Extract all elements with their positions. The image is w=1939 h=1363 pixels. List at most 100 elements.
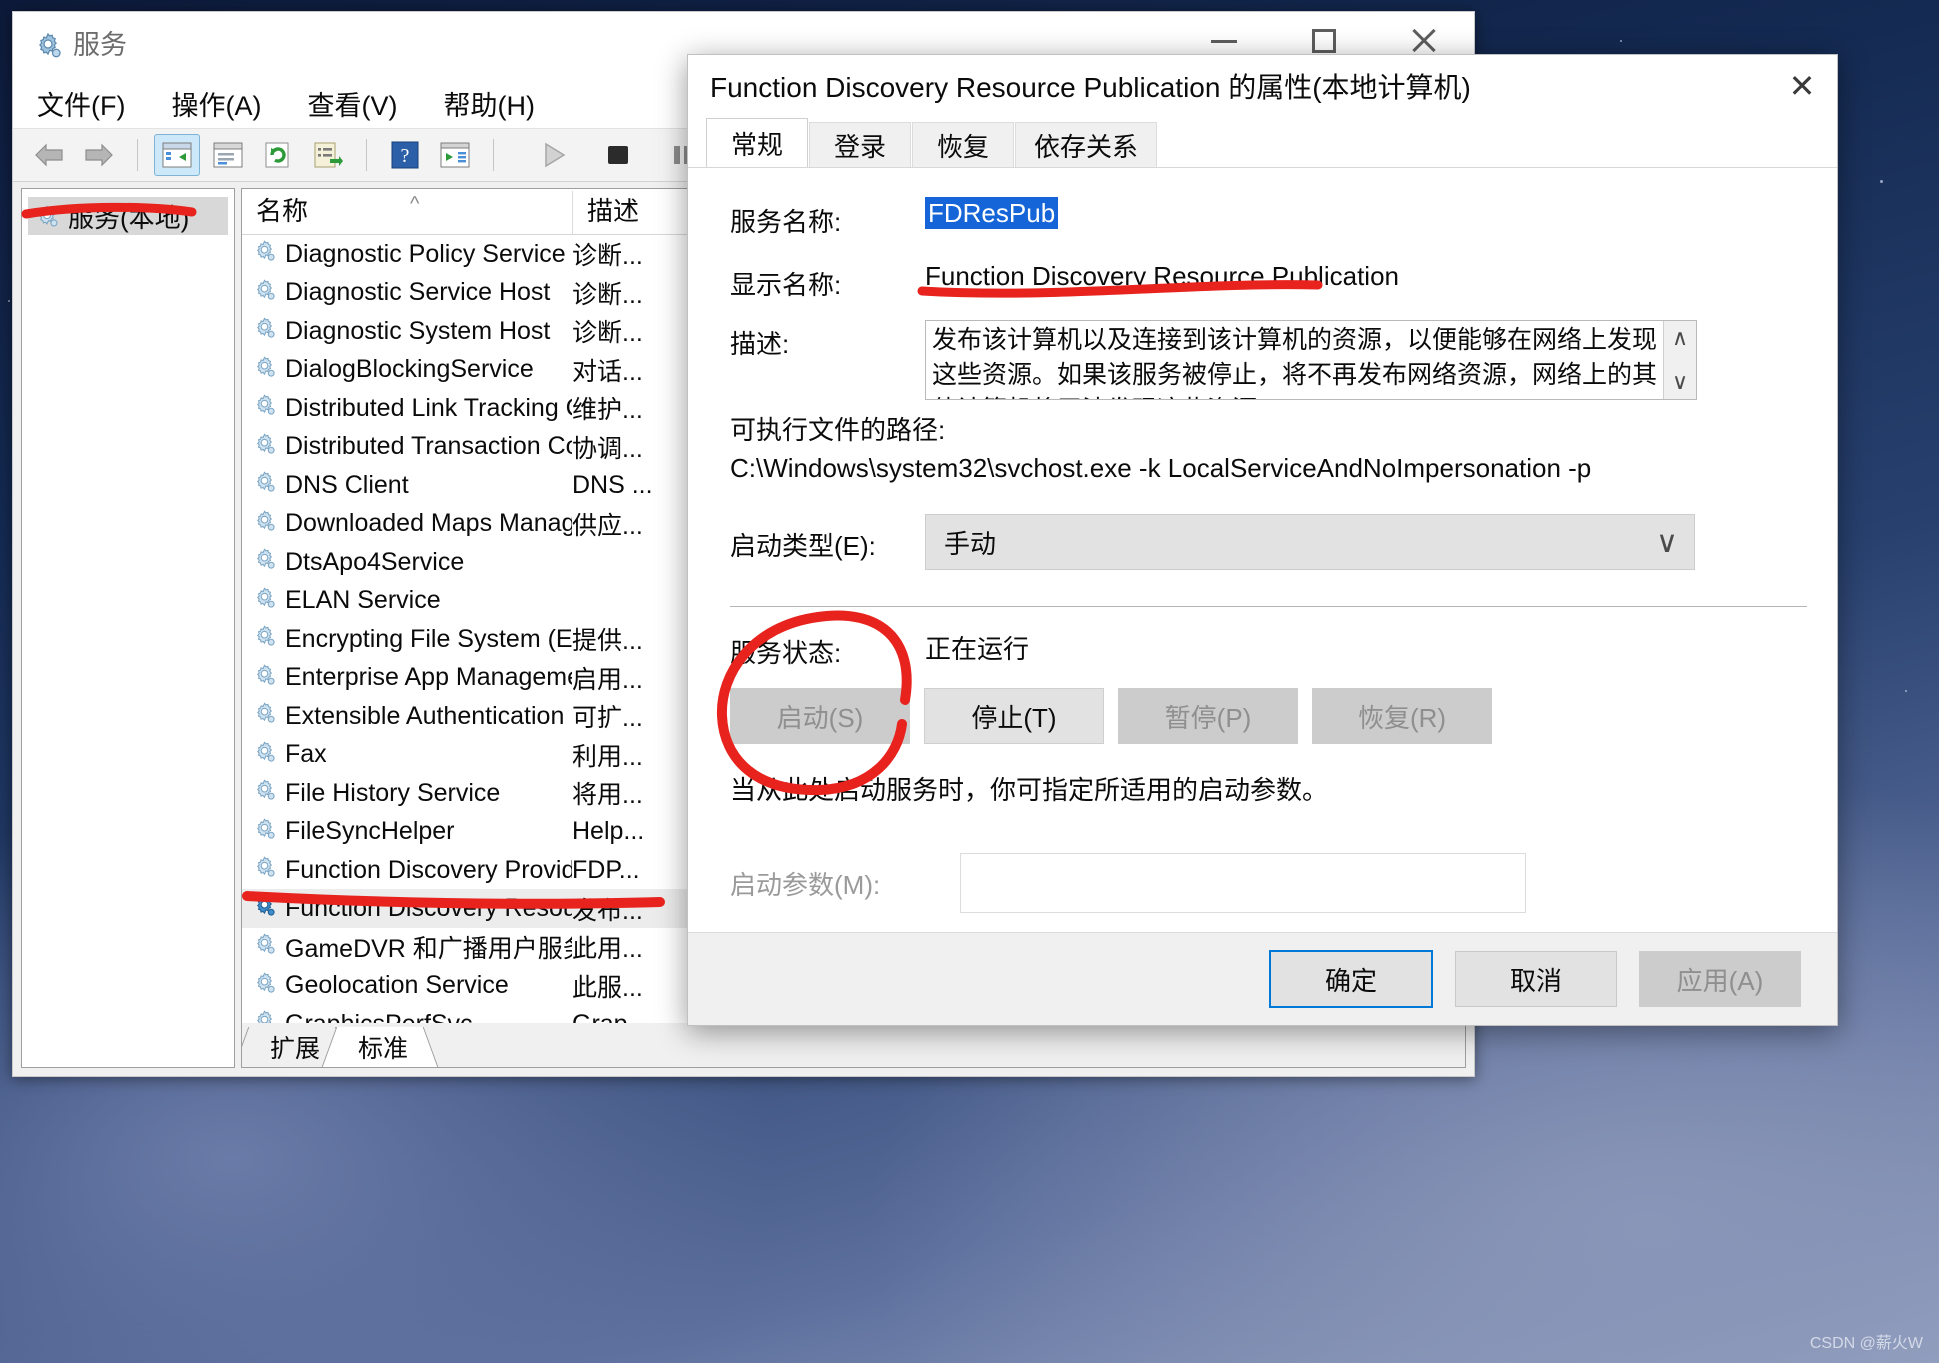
toolbar-separator-3: [493, 139, 494, 171]
close-icon[interactable]: ✕: [1767, 55, 1837, 117]
startup-type-label: 启动类型(E):: [730, 530, 876, 561]
cancel-button[interactable]: 取消: [1455, 951, 1617, 1007]
toolbar-separator: [137, 139, 138, 171]
service-name-text: Diagnostic Policy Service: [285, 239, 566, 268]
cell-service-name: Function Discovery Provide...: [242, 854, 572, 886]
service-name-text: Enterprise App Managemen...: [285, 663, 572, 692]
cell-service-name: Distributed Link Tracking Cl...: [242, 392, 572, 424]
gear-icon: [252, 469, 277, 501]
watermark: CSDN @薪火W: [1809, 1335, 1923, 1352]
cell-service-name: File History Service: [242, 777, 572, 809]
display-name-value[interactable]: Function Discovery Resource Publication: [925, 261, 1399, 292]
cell-service-name: FileSyncHelper: [242, 816, 572, 848]
startup-type-select[interactable]: 手动 ∨: [925, 514, 1695, 570]
service-name-text: FileSyncHelper: [285, 817, 455, 846]
column-header-description[interactable]: 描述: [572, 190, 690, 234]
service-name-value: FDResPub: [925, 197, 1059, 229]
tab-standard[interactable]: 标准: [336, 1027, 425, 1067]
tab-logon[interactable]: 登录: [809, 122, 911, 167]
cell-description: DNS ...: [572, 470, 653, 499]
help-icon[interactable]: ?: [383, 135, 427, 175]
service-name-text: Function Discovery Resour...: [285, 894, 572, 923]
service-name-text: DNS Client: [285, 470, 409, 499]
tab-dependencies[interactable]: 依存关系: [1015, 122, 1158, 167]
service-name-row: 服务名称: FDResPub: [730, 197, 1807, 239]
scroll-up-icon[interactable]: ∧: [1664, 321, 1696, 355]
stop-service-icon[interactable]: [596, 135, 640, 175]
start-button[interactable]: 启动(S): [730, 688, 910, 744]
gear-icon: [252, 1008, 277, 1023]
show-action-pane-icon[interactable]: [433, 135, 477, 175]
service-control-buttons: 启动(S) 停止(T) 暂停(P) 恢复(R): [730, 688, 1807, 744]
startup-type-row: 启动类型(E): 手动 ∨: [730, 514, 1807, 570]
menu-item-view[interactable]: 查看(V): [303, 82, 401, 125]
start-parameters-row: 启动参数(M):: [730, 853, 1807, 913]
cell-description: 利用...: [572, 742, 643, 771]
resume-button[interactable]: 恢复(R): [1312, 688, 1492, 744]
cell-description: 将用...: [572, 781, 643, 810]
dialog-titlebar[interactable]: Function Discovery Resource Publication …: [688, 55, 1837, 117]
tab-recovery[interactable]: 恢复: [912, 122, 1014, 167]
dialog-tabs: 常规 登录 恢复 依存关系: [688, 117, 1837, 167]
service-name-text: Extensible Authentication P...: [285, 701, 572, 730]
cell-service-name: DialogBlockingService: [242, 354, 572, 386]
menu-item-action[interactable]: 操作(A): [167, 82, 265, 125]
cell-description: 维护...: [572, 396, 643, 425]
cell-description: 协调...: [572, 434, 643, 463]
startup-type-value: 手动: [944, 528, 997, 559]
chevron-down-icon: ∨: [1656, 525, 1678, 559]
service-status-label: 服务状态:: [730, 638, 842, 668]
start-parameters-input[interactable]: [960, 853, 1526, 913]
dialog-footer: 确定 取消 应用(A): [688, 932, 1837, 1025]
description-scrollbar[interactable]: ∧ ∨: [1663, 321, 1696, 399]
forward-icon[interactable]: [77, 135, 121, 175]
description-row: 描述: 发布该计算机以及连接到该计算机的资源，以便能够在网络上发现这些资源。如果…: [730, 320, 1807, 400]
gear-icon: [252, 816, 277, 848]
cell-description: 供应...: [572, 511, 643, 540]
service-name-text: File History Service: [285, 778, 501, 807]
column-header-name[interactable]: 名称 ^: [242, 191, 572, 234]
tab-general[interactable]: 常规: [706, 118, 808, 167]
description-textarea[interactable]: 发布该计算机以及连接到该计算机的资源，以便能够在网络上发现这些资源。如果该服务被…: [925, 320, 1697, 400]
executable-path-label: 可执行文件的路径:: [730, 415, 946, 445]
cell-service-name: Function Discovery Resour...: [242, 893, 572, 925]
dialog-body: 服务名称: FDResPub 显示名称: Function Discovery …: [688, 167, 1837, 932]
service-name-text: Function Discovery Provide...: [285, 855, 572, 884]
gear-icon: [252, 739, 277, 771]
cell-service-name: Encrypting File System (EFS): [242, 623, 572, 655]
service-name-text: Diagnostic System Host: [285, 316, 551, 345]
scroll-down-icon[interactable]: ∨: [1664, 365, 1696, 399]
apply-button[interactable]: 应用(A): [1639, 951, 1801, 1007]
stop-button[interactable]: 停止(T): [924, 688, 1104, 744]
svg-text:?: ?: [401, 145, 410, 167]
gear-icon: [252, 585, 277, 617]
cell-service-name: ELAN Service: [242, 585, 572, 617]
menu-item-help[interactable]: 帮助(H): [439, 82, 538, 125]
cell-service-name: Diagnostic Policy Service: [242, 238, 572, 270]
export-list-icon[interactable]: [306, 135, 350, 175]
gear-icon: [34, 203, 60, 229]
sort-ascending-icon: ^: [410, 192, 420, 215]
start-parameters-label: 启动参数(M):: [730, 869, 881, 900]
service-name-text: ELAN Service: [285, 586, 441, 615]
service-name-text: Diagnostic Service Host: [285, 278, 551, 307]
start-parameters-hint: 当从此处启动服务时，你可指定所适用的启动参数。: [730, 775, 1329, 805]
cell-description: FDP...: [572, 855, 640, 884]
cell-description: 提供...: [572, 627, 643, 656]
pause-button[interactable]: 暂停(P): [1118, 688, 1298, 744]
properties-icon[interactable]: [206, 135, 250, 175]
gear-icon: [252, 777, 277, 809]
back-icon[interactable]: [27, 135, 71, 175]
menu-item-file[interactable]: 文件(F): [33, 82, 129, 125]
ok-button[interactable]: 确定: [1269, 950, 1433, 1008]
cell-description: Help...: [572, 817, 645, 846]
gear-icon: [252, 238, 277, 270]
sidebar-item-services-local[interactable]: 服务(本地): [28, 197, 228, 235]
cell-service-name: DNS Client: [242, 469, 572, 501]
show-hide-console-tree-icon[interactable]: [154, 134, 200, 176]
services-title-group: 服务: [33, 30, 127, 60]
refresh-icon[interactable]: [256, 135, 300, 175]
service-properties-dialog: Function Discovery Resource Publication …: [687, 54, 1838, 1026]
gear-icon: [252, 893, 277, 925]
display-name-label: 显示名称:: [730, 270, 842, 300]
